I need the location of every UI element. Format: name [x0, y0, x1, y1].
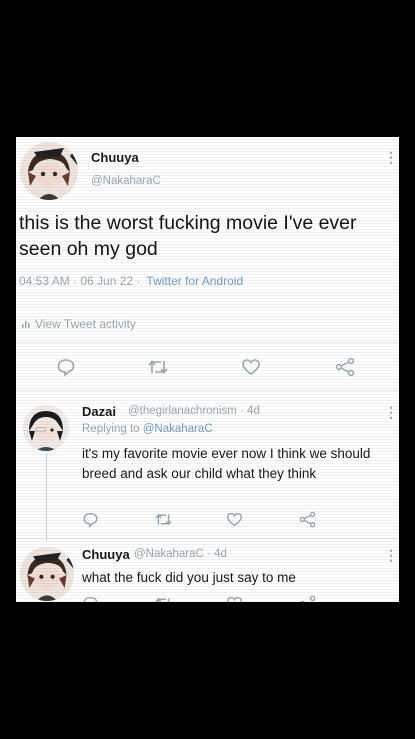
- tweet-timestamp: 04:53 AM · 06 Jun 22 ·: [19, 274, 141, 288]
- share-icon[interactable]: [298, 511, 317, 528]
- tweet-meta: 04:53 AM · 06 Jun 22 · Twitter for Androi…: [19, 274, 243, 288]
- tweet-actions: [16, 356, 399, 378]
- share-icon[interactable]: [298, 595, 317, 602]
- more-icon[interactable]: ⋮: [384, 548, 398, 562]
- view-activity-link[interactable]: View Tweet activity: [21, 317, 136, 331]
- retweet-icon[interactable]: [154, 595, 173, 602]
- more-icon[interactable]: ⋮: [384, 405, 398, 419]
- replying-to-handle[interactable]: @NakaharaC: [143, 423, 213, 435]
- tweet-text: this is the worst fucking movie I've eve…: [19, 212, 357, 260]
- avatar[interactable]: [23, 405, 69, 451]
- reply-text: it's my favorite movie ever now I think …: [82, 446, 371, 481]
- divider: [16, 390, 399, 391]
- reply-icon[interactable]: [82, 511, 99, 528]
- avatar[interactable]: [20, 142, 78, 200]
- reply-author-handle[interactable]: @NakaharaC · 4d: [134, 548, 227, 560]
- like-icon[interactable]: [226, 511, 243, 528]
- replying-to-prefix: Replying to: [82, 423, 140, 435]
- like-icon[interactable]: [241, 357, 261, 377]
- reply-icon[interactable]: [56, 357, 76, 377]
- reply-author-name[interactable]: Chuuya: [82, 547, 130, 562]
- reply-author-name[interactable]: Dazai: [82, 404, 116, 419]
- retweet-icon[interactable]: [154, 511, 173, 528]
- avatar[interactable]: [20, 547, 74, 601]
- reply-icon[interactable]: [82, 595, 99, 602]
- retweet-icon[interactable]: [147, 357, 169, 377]
- replying-to: Replying to @NakaharaC: [82, 423, 213, 435]
- reply-actions: [16, 510, 399, 528]
- tweet-source[interactable]: Twitter for Android: [146, 274, 243, 288]
- author-name[interactable]: Chuuya: [91, 150, 139, 165]
- reply-author-handle[interactable]: @thegirlanachronism · 4d: [128, 405, 260, 417]
- activity-icon: [22, 321, 30, 328]
- divider: [16, 342, 399, 343]
- like-icon[interactable]: [226, 595, 243, 602]
- reply-actions-partial: [16, 595, 399, 602]
- reply-text: what the fuck did you just say to me: [82, 570, 296, 585]
- more-icon[interactable]: ⋮: [384, 150, 398, 164]
- divider: [16, 538, 399, 539]
- tweet-card: Chuuya @NakaharaC ⋮ this is the worst fu…: [16, 137, 399, 602]
- share-icon[interactable]: [334, 357, 356, 377]
- activity-label: View Tweet activity: [35, 317, 136, 331]
- author-handle[interactable]: @NakaharaC: [91, 175, 161, 187]
